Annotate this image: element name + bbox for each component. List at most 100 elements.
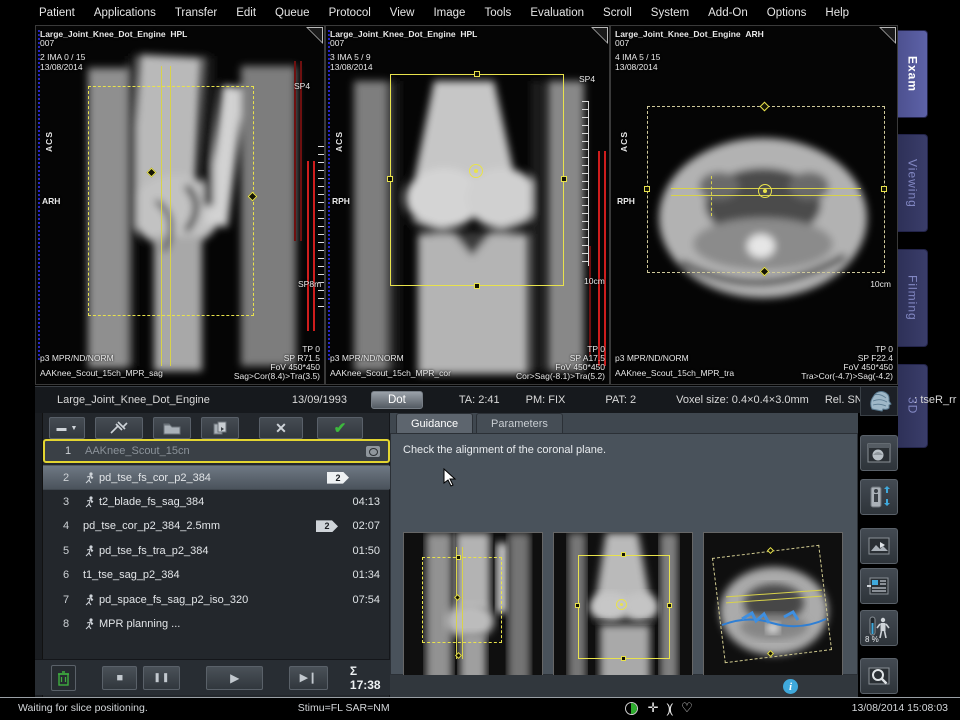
runner-icon — [81, 618, 97, 630]
image-counter: 4 IMA 5 / 15 — [615, 52, 660, 62]
menu-item[interactable]: Evaluation — [530, 7, 584, 19]
viewport-corner-fold[interactable] — [591, 27, 608, 44]
viewport-axial[interactable]: Large_Joint_Knee_Dot_Engine ARH 007 4 IM… — [610, 25, 898, 385]
series-number: 007 — [40, 38, 54, 48]
pause-button[interactable]: ❚❚ — [143, 666, 180, 690]
menu-item[interactable]: Protocol — [329, 7, 371, 19]
guidance-panel: Guidance Parameters Check the alignment … — [390, 413, 858, 697]
trash-button[interactable] — [51, 665, 76, 691]
queue-row[interactable]: 4 pd_tse_cor_p2_384_2.5mm 2 02:07 — [43, 514, 390, 538]
menu-item[interactable]: Options — [767, 7, 807, 19]
menu-item[interactable]: Scroll — [603, 7, 632, 19]
step-number: 1 — [53, 445, 83, 457]
tab-3d[interactable]: 3D — [898, 364, 928, 448]
queue-row[interactable]: 5 pd_tse_fs_tra_p2_384 01:50 — [43, 539, 390, 563]
viewport-corner-fold[interactable] — [306, 27, 323, 44]
sequence-name: t1_tse_sag_p2_384 — [83, 569, 180, 581]
sequence-duration: 07:54 — [352, 594, 380, 606]
guidance-footer: i — [390, 675, 858, 697]
copy-step-button[interactable] — [201, 417, 239, 439]
rotation-center-handle[interactable] — [469, 164, 483, 178]
tab-exam[interactable]: Exam — [898, 30, 928, 118]
slice-position-bar — [307, 161, 309, 331]
handle-square[interactable] — [644, 186, 650, 192]
sequence-name: pd_tse_fs_cor_p2_384 — [99, 472, 211, 484]
queue-row[interactable]: 8 MPR planning ... — [43, 612, 390, 636]
sequence-type: : tseR_rr — [914, 394, 956, 406]
view-options-button[interactable]: ▬▼ — [49, 417, 85, 439]
table-position-button[interactable] — [860, 479, 898, 515]
viewport-coronal[interactable]: Large_Joint_Knee_Dot_Engine HPL 007 3 IM… — [325, 25, 610, 385]
menu-item[interactable]: System — [651, 7, 689, 19]
queue-row[interactable]: 7 pd_space_fs_sag_p2_iso_320 07:54 — [43, 587, 390, 611]
cancel-button[interactable]: ✕ — [259, 417, 303, 439]
search-protocol-button[interactable] — [860, 658, 898, 694]
tab-filming[interactable]: Filming — [898, 249, 928, 347]
menu-item[interactable]: Edit — [236, 7, 256, 19]
sequence-name: pd_tse_fs_tra_p2_384 — [99, 545, 208, 557]
rotation-center-handle[interactable] — [758, 184, 772, 198]
handle-square[interactable] — [881, 186, 887, 192]
orientation-label: HPL — [170, 29, 187, 39]
handle-square[interactable] — [474, 283, 480, 289]
handle-square[interactable] — [474, 71, 480, 77]
voxel-size: Voxel size: 0.4×0.4×3.0mm — [676, 394, 809, 406]
queue-row[interactable]: 3 t2_blade_fs_sag_384 04:13 — [43, 490, 390, 514]
menu-item[interactable]: Patient — [39, 7, 75, 19]
sar-monitor-button[interactable]: 8 % — [860, 610, 898, 646]
sequence-name: t2_blade_fs_sag_384 — [99, 496, 204, 508]
image-counter: 3 IMA 5 / 9 — [330, 52, 371, 62]
play-button[interactable]: ▶ — [206, 666, 262, 690]
handle-square[interactable] — [561, 176, 567, 182]
slice-group-box[interactable] — [390, 74, 564, 286]
thumbnail-sagittal[interactable] — [403, 532, 543, 684]
tab-guidance[interactable]: Guidance — [396, 413, 473, 433]
stimulation-sar-status: Stimu=FL SAR=NM — [298, 702, 390, 714]
menu-item[interactable]: Add-On — [708, 7, 748, 19]
orientation-label: ARH — [745, 29, 763, 39]
menu-item[interactable]: Applications — [94, 7, 156, 19]
stop-button[interactable]: ■ — [102, 666, 137, 690]
dot-button[interactable]: Dot — [371, 391, 423, 409]
tab-parameters[interactable]: Parameters — [476, 413, 563, 433]
info-icon[interactable]: i — [783, 679, 798, 694]
menu-item[interactable]: Image — [433, 7, 465, 19]
skip-icon: ▶❙ — [300, 671, 318, 684]
skip-button[interactable]: ▶❙ — [289, 666, 328, 690]
queue-row[interactable]: 6 t1_tse_sag_p2_384 01:34 — [43, 563, 390, 587]
menu-item[interactable]: View — [390, 7, 415, 19]
menu-item[interactable]: Tools — [484, 7, 511, 19]
thumbnail-axial[interactable] — [703, 532, 843, 684]
slice-line[interactable] — [161, 66, 162, 366]
menu-item[interactable]: Transfer — [175, 7, 217, 19]
handle-square[interactable] — [387, 176, 393, 182]
sequence-duration: 01:50 — [352, 545, 380, 557]
copy-image-button[interactable] — [860, 528, 898, 564]
check-icon: ✔ — [334, 419, 347, 437]
queue-row[interactable]: 2 pd_tse_fs_cor_p2_384 2 — [43, 465, 401, 489]
viewport-sagittal[interactable]: Large_Joint_Knee_Dot_Engine HPL 007 2 IM… — [35, 25, 325, 385]
series-description: AAKnee_Scout_15ch_MPR_sag — [40, 368, 163, 378]
thumbnail-coronal[interactable] — [553, 532, 693, 684]
viewport-corner-fold[interactable] — [879, 27, 896, 44]
inject-contrast-button[interactable] — [95, 417, 143, 439]
apply-button[interactable]: ✔ — [317, 417, 363, 439]
patient-orientation-button[interactable] — [860, 386, 898, 416]
menu-item[interactable]: Help — [825, 7, 849, 19]
protocol-properties-button[interactable] — [860, 568, 898, 604]
queue-row[interactable]: 1 AAKnee_Scout_15cn — [43, 439, 390, 463]
system-datetime: 13/08/2014 15:08:03 — [852, 702, 948, 714]
sequence-duration: 02:07 — [352, 520, 380, 532]
open-protocol-button[interactable] — [153, 417, 191, 439]
viewport-title: Large_Joint_Knee_Dot_Engine — [40, 29, 166, 39]
queue-toolbar: ▬▼ ✕ ✔ — [49, 417, 387, 441]
runner-icon — [81, 545, 97, 557]
slice-line[interactable] — [170, 66, 171, 366]
recycle-bin-icon — [56, 670, 71, 686]
patient-view-button[interactable] — [860, 435, 898, 471]
menu-item[interactable]: Queue — [275, 7, 310, 19]
tab-viewing[interactable]: Viewing — [898, 134, 928, 232]
orientation-side: ACS — [334, 131, 344, 152]
runner-icon — [81, 472, 97, 484]
slice-group-box[interactable] — [88, 86, 254, 316]
